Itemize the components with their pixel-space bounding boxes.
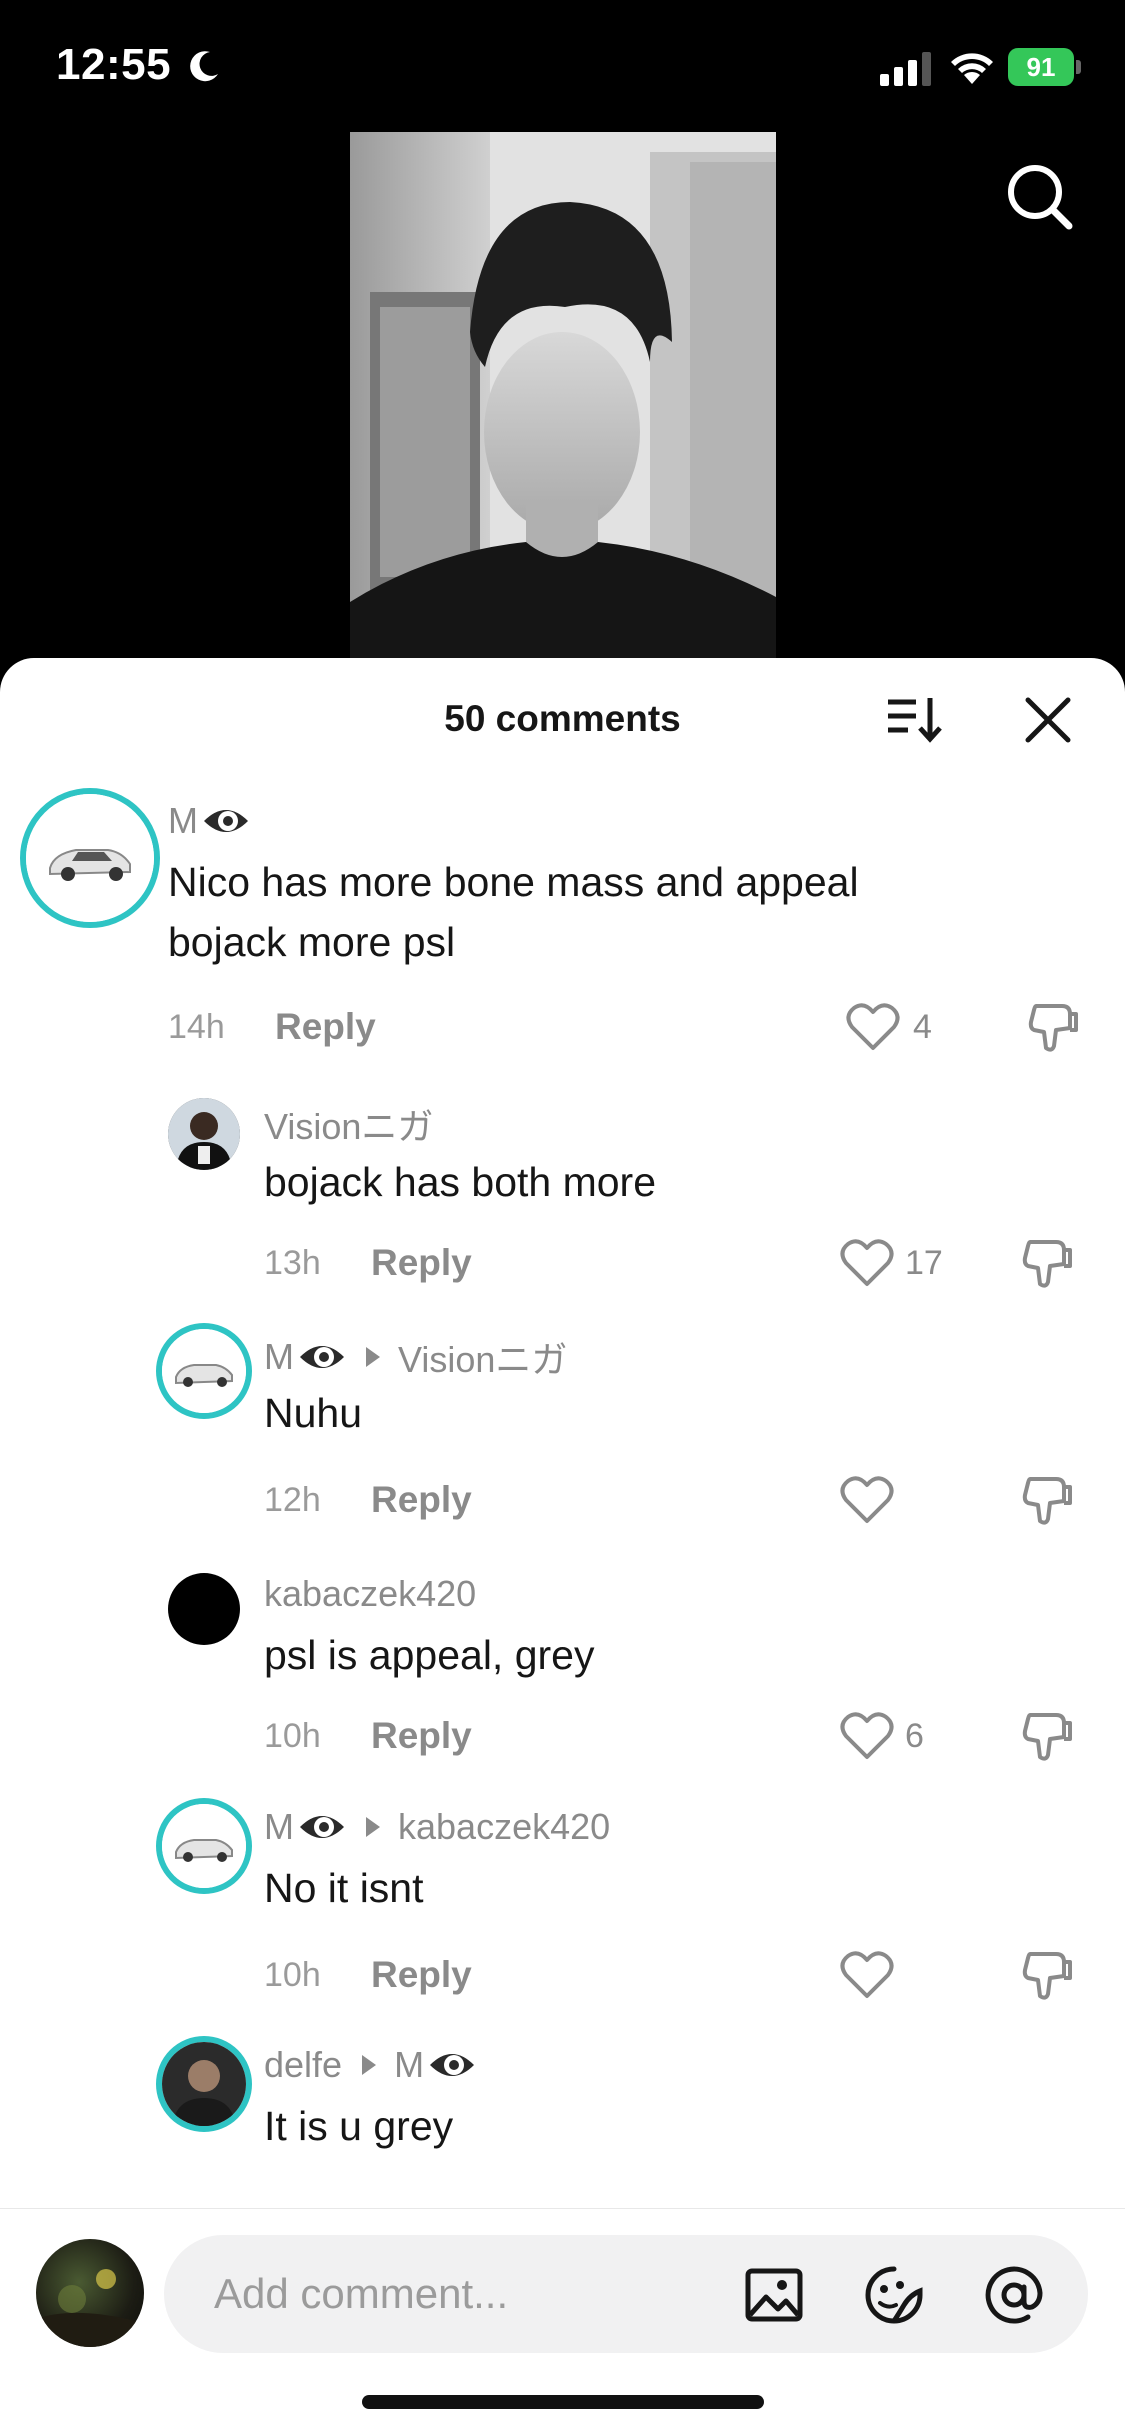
- car-avatar-image: [26, 794, 154, 922]
- heart-icon[interactable]: [846, 1002, 900, 1052]
- thumbs-down-icon[interactable]: [1020, 1473, 1074, 1527]
- comment-input-bar: [0, 2208, 1125, 2436]
- reply-arrow-icon: [366, 1347, 380, 1367]
- close-icon[interactable]: [1022, 694, 1074, 746]
- eye-emoji-icon: [300, 1346, 344, 1368]
- car-avatar-image: [162, 1329, 246, 1413]
- avatar[interactable]: [168, 1573, 240, 1645]
- current-user-avatar-image: [36, 2269, 144, 2347]
- reply-arrow-icon: [366, 1817, 380, 1837]
- battery-tip: [1076, 60, 1081, 74]
- sort-icon[interactable]: [886, 694, 942, 744]
- reply-button[interactable]: Reply: [371, 1479, 472, 1521]
- comment-text: bojack has both more: [264, 1159, 657, 1205]
- comment-time: 10h: [264, 1956, 321, 1994]
- comments-count-title: 50 comments: [444, 698, 681, 739]
- username-text: M: [264, 1806, 294, 1847]
- person-avatar-image: [168, 1098, 240, 1170]
- reply-button[interactable]: Reply: [371, 1954, 472, 1996]
- reply-to-username[interactable]: kabaczek420: [398, 1806, 610, 1848]
- battery-level: 91: [1008, 48, 1074, 86]
- thumbs-down-icon[interactable]: [1020, 1709, 1074, 1763]
- comment-username[interactable]: Visionニガ: [264, 1098, 433, 1150]
- battery-indicator: 91: [1008, 48, 1082, 86]
- reply-to-username[interactable]: M: [394, 2044, 424, 2086]
- username-text: M: [168, 800, 198, 841]
- comment-time: 13h: [264, 1244, 321, 1282]
- comment-username[interactable]: M kabaczek420: [264, 1806, 610, 1848]
- reply-button[interactable]: Reply: [371, 1242, 472, 1284]
- like-count: 6: [905, 1717, 924, 1755]
- like-count: 4: [913, 1008, 932, 1046]
- comment-text: psl is appeal, grey: [264, 1632, 595, 1678]
- video-frame: [350, 132, 776, 664]
- comment-text: It is u grey: [264, 2103, 454, 2149]
- comment-text: Nuhu: [264, 1390, 363, 1436]
- comment-time: 12h: [264, 1481, 321, 1519]
- comment-username[interactable]: kabaczek420: [264, 1573, 476, 1615]
- comment-username[interactable]: M Visionニガ: [264, 1331, 567, 1383]
- video-player[interactable]: [350, 132, 776, 664]
- wifi-icon: [951, 53, 993, 84]
- like-count: 17: [905, 1244, 943, 1282]
- eye-emoji-icon: [204, 810, 248, 832]
- search-icon[interactable]: [1005, 162, 1075, 232]
- avatar[interactable]: [20, 788, 160, 928]
- username-text: M: [264, 1336, 294, 1377]
- home-indicator: [362, 2395, 764, 2409]
- comment-text: No it isnt: [264, 1865, 424, 1911]
- eye-emoji-icon: [300, 1816, 344, 1838]
- avatar[interactable]: [156, 1798, 252, 1894]
- current-user-avatar[interactable]: [36, 2239, 144, 2347]
- avatar[interactable]: [168, 1098, 240, 1170]
- heart-icon[interactable]: [840, 1238, 894, 1288]
- reply-button[interactable]: Reply: [275, 1006, 376, 1048]
- avatar[interactable]: [156, 1323, 252, 1419]
- moon-icon: [190, 51, 218, 82]
- comment-time: 10h: [264, 1717, 321, 1755]
- status-bar: 12:55 91: [0, 0, 1125, 130]
- reply-to-username[interactable]: Visionニガ: [398, 1331, 567, 1383]
- heart-icon[interactable]: [840, 1950, 894, 2000]
- avatar[interactable]: [156, 2036, 252, 2132]
- heart-icon[interactable]: [840, 1711, 894, 1761]
- status-time: 12:55: [56, 40, 172, 89]
- image-icon[interactable]: [744, 2265, 804, 2325]
- comment-input-container[interactable]: [164, 2235, 1088, 2353]
- heart-icon[interactable]: [840, 1475, 894, 1525]
- reply-button[interactable]: Reply: [371, 1715, 472, 1757]
- cellular-signal-icon: [880, 52, 931, 86]
- comment-text: Nico has more bone mass and appeal bojac…: [168, 859, 859, 965]
- at-icon[interactable]: [984, 2265, 1044, 2325]
- comment-username[interactable]: M: [168, 800, 250, 842]
- username-text: delfe: [264, 2044, 343, 2085]
- add-comment-input[interactable]: [214, 2261, 714, 2327]
- comments-sheet: 50 comments M Nico has more bone mass an…: [0, 658, 1125, 2436]
- car-avatar-image: [162, 1804, 246, 1888]
- person-avatar-image: [162, 2042, 246, 2126]
- thumbs-down-icon[interactable]: [1020, 1236, 1074, 1290]
- thumbs-down-icon[interactable]: [1020, 1948, 1074, 2002]
- comment-username[interactable]: delfe M: [264, 2044, 476, 2086]
- thumbs-down-icon[interactable]: [1026, 1000, 1080, 1054]
- emoji-icon[interactable]: [864, 2265, 924, 2325]
- comment-time: 14h: [168, 1008, 225, 1046]
- reply-arrow-icon: [362, 2055, 377, 2075]
- eye-emoji-icon: [430, 2054, 475, 2076]
